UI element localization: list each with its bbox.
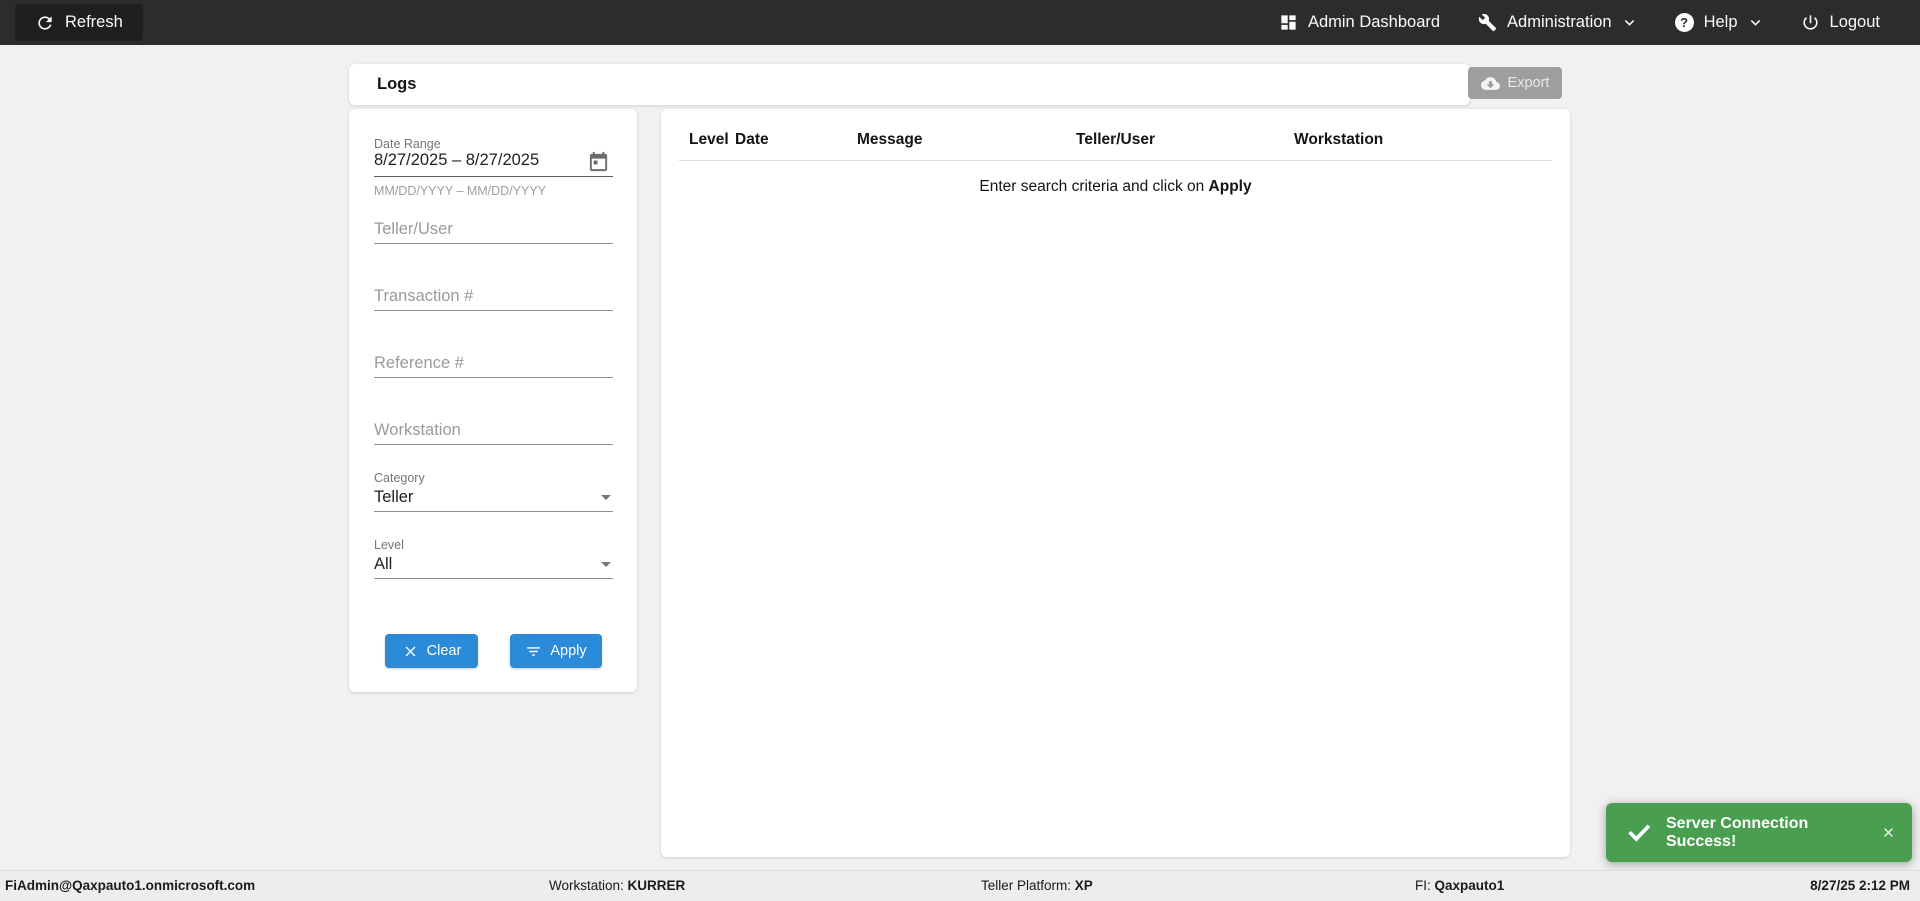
chevron-down-icon xyxy=(1748,15,1763,30)
logs-table-card: Level Date Message Teller/User Workstati… xyxy=(661,109,1570,857)
status-platform: Teller Platform: XP xyxy=(981,878,1093,893)
column-header-message: Message xyxy=(857,131,923,148)
status-datetime: 8/27/25 2:12 PM xyxy=(1810,878,1910,893)
nav-logout[interactable]: Logout xyxy=(1801,13,1880,32)
clear-button[interactable]: Clear xyxy=(385,634,478,668)
status-workstation: Workstation: KURRER xyxy=(549,878,686,893)
reference-number-input[interactable] xyxy=(374,354,613,373)
category-select[interactable]: Category Teller xyxy=(374,471,613,507)
page-header-card: Logs xyxy=(349,64,1470,105)
nav-admin-dashboard-label: Admin Dashboard xyxy=(1307,13,1441,31)
close-icon xyxy=(402,643,419,660)
calendar-icon[interactable] xyxy=(587,150,610,173)
nav-logout-label: Logout xyxy=(1829,13,1880,31)
workstation-input[interactable] xyxy=(374,421,613,440)
column-header-level: Level xyxy=(689,131,729,148)
column-header-workstation: Workstation xyxy=(1294,131,1384,148)
nav-admin-dashboard[interactable]: Admin Dashboard xyxy=(1279,13,1440,32)
nav-help[interactable]: ? Help xyxy=(1674,13,1763,32)
clear-label: Clear xyxy=(426,643,462,659)
checkmark-icon xyxy=(1626,820,1652,846)
wrench-icon xyxy=(1478,13,1497,32)
teller-user-input[interactable] xyxy=(374,220,613,239)
dropdown-arrow-icon xyxy=(601,495,611,500)
close-icon xyxy=(1881,825,1896,840)
column-header-teller-user: Teller/User xyxy=(1076,131,1155,148)
empty-state-message: Enter search criteria and click on Apply xyxy=(979,178,1252,195)
nav-help-label: Help xyxy=(1703,13,1738,31)
top-nav: Admin Dashboard Administration ? Help Lo… xyxy=(1241,13,1920,32)
dashboard-icon xyxy=(1279,13,1298,32)
level-value: All xyxy=(374,555,393,573)
power-icon xyxy=(1801,13,1820,32)
category-value: Teller xyxy=(374,488,414,506)
export-button[interactable]: Export xyxy=(1468,67,1562,99)
chevron-down-icon xyxy=(1622,15,1637,30)
nav-administration-label: Administration xyxy=(1507,13,1612,31)
date-range-input[interactable] xyxy=(374,151,613,170)
top-bar: Refresh Admin Dashboard Administration ?… xyxy=(0,0,1920,45)
cloud-download-icon xyxy=(1480,74,1500,93)
category-label: Category xyxy=(374,471,425,485)
refresh-label: Refresh xyxy=(65,13,123,31)
export-label: Export xyxy=(1507,75,1550,91)
date-range-label: Date Range xyxy=(374,137,441,151)
dropdown-arrow-icon xyxy=(601,562,611,567)
date-range-field: Date Range xyxy=(374,137,613,151)
toast-close-button[interactable] xyxy=(1879,823,1898,842)
toast-message: Server Connection Success! xyxy=(1666,814,1809,850)
transaction-number-input[interactable] xyxy=(374,287,613,306)
status-bar: FiAdmin@Qaxpauto1.onmicrosoft.com Workst… xyxy=(0,870,1920,901)
table-header-divider xyxy=(679,160,1552,161)
apply-button[interactable]: Apply xyxy=(510,634,602,668)
level-label: Level xyxy=(374,538,404,552)
column-header-date: Date xyxy=(735,131,769,148)
page-title: Logs xyxy=(377,75,417,93)
nav-administration[interactable]: Administration xyxy=(1478,13,1637,32)
filter-panel: Date Range MM/DD/YYYY – MM/DD/YYYY Categ… xyxy=(349,109,637,692)
refresh-icon xyxy=(35,13,55,33)
help-icon: ? xyxy=(1674,13,1694,32)
filter-icon xyxy=(525,643,542,660)
toast-notification: Server Connection Success! xyxy=(1606,803,1912,862)
status-user: FiAdmin@Qaxpauto1.onmicrosoft.com xyxy=(5,878,256,893)
refresh-button[interactable]: Refresh xyxy=(15,4,143,41)
apply-label: Apply xyxy=(550,643,587,659)
status-fi: FI: Qaxpauto1 xyxy=(1415,878,1505,893)
level-select[interactable]: Level All xyxy=(374,538,613,574)
date-format-hint: MM/DD/YYYY – MM/DD/YYYY xyxy=(374,184,547,198)
